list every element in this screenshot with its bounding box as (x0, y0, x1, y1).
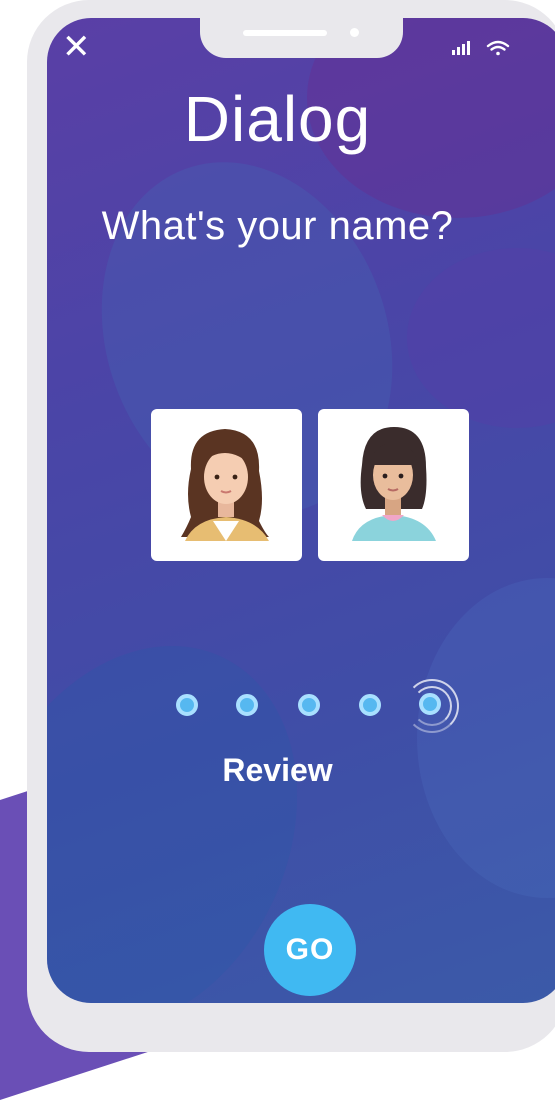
female-avatar-bob-icon (352, 427, 436, 541)
close-icon[interactable]: ✕ (62, 28, 91, 66)
female-avatar-curly-icon (181, 429, 269, 541)
progress-dot-1 (176, 694, 198, 716)
progress-dot-3 (298, 694, 320, 716)
page-title: Dialog (183, 83, 372, 155)
progress-dot-5-active (419, 693, 441, 715)
speaker-grille (243, 30, 327, 36)
background-blob (417, 578, 555, 898)
go-button[interactable]: GO (264, 904, 356, 996)
avatar-card-curly[interactable] (151, 409, 302, 561)
progress-dot-2 (236, 694, 258, 716)
background-blob (407, 248, 555, 428)
avatar-card-bob[interactable] (318, 409, 469, 561)
step-label: Review (222, 752, 333, 788)
signal-icon (452, 41, 470, 55)
phone-notch (200, 0, 403, 58)
status-icons (452, 40, 510, 56)
wifi-icon (486, 40, 510, 56)
front-camera (350, 28, 359, 37)
name-question: What's your name? (101, 204, 454, 248)
progress-dot-4 (359, 694, 381, 716)
